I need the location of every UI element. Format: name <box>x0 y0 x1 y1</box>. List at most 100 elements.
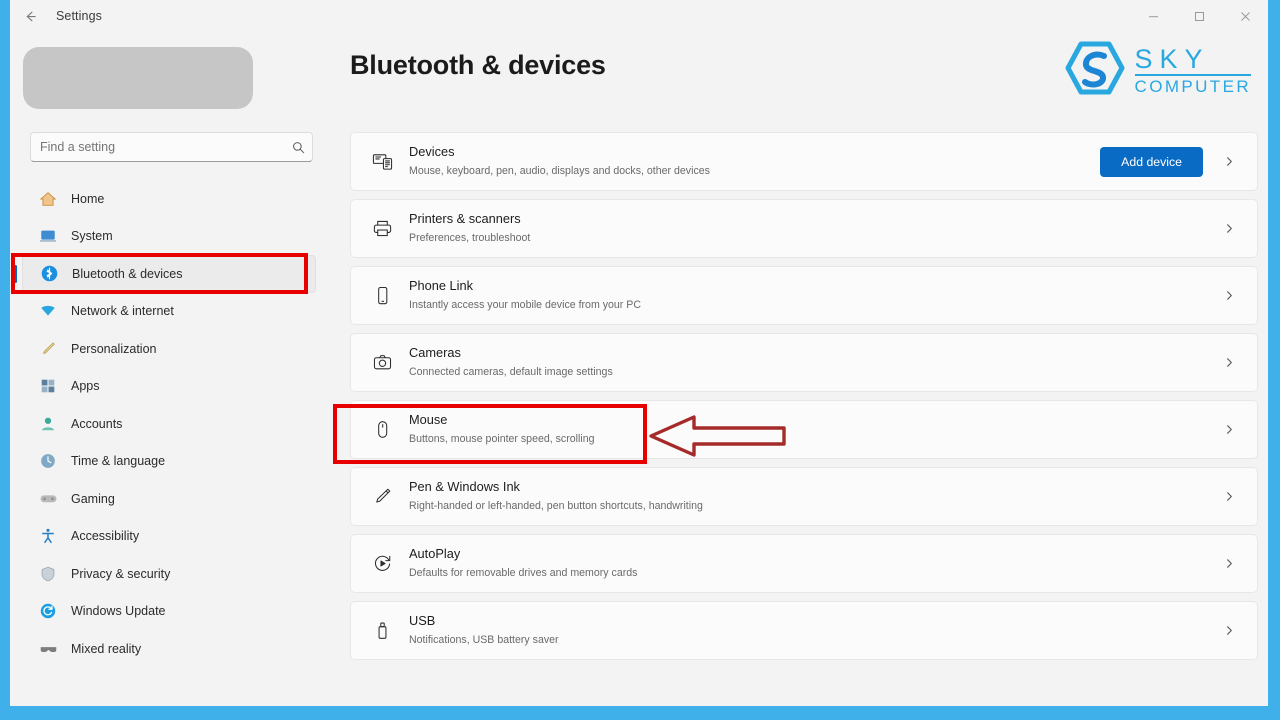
card-mouse[interactable]: Mouse Buttons, mouse pointer speed, scro… <box>350 400 1258 459</box>
sidebar-item-personalization[interactable]: Personalization <box>22 330 316 368</box>
card-title: Phone Link <box>409 278 474 294</box>
card-text: Cameras Connected cameras, default image… <box>409 344 1215 381</box>
back-arrow-icon[interactable] <box>10 1 50 31</box>
sidebar-item-label: Home <box>71 191 105 206</box>
card-title: Cameras <box>409 345 461 361</box>
sidebar-item-label: Apps <box>71 379 100 394</box>
card-title: AutoPlay <box>409 546 461 562</box>
card-title: Devices <box>409 144 455 160</box>
sidebar-item-label: Accounts <box>71 416 123 431</box>
sidebar-item-network-internet[interactable]: Network & internet <box>22 293 316 331</box>
close-button[interactable] <box>1222 0 1268 32</box>
card-subtitle: Connected cameras, default image setting… <box>409 366 613 379</box>
card-pen-windows-ink[interactable]: Pen & Windows Ink Right-handed or left-h… <box>350 467 1258 526</box>
brand-logo-line2: COMPUTER <box>1134 77 1251 97</box>
sky-hexagon-logo-icon <box>1064 40 1126 101</box>
card-phone-link[interactable]: Phone Link Instantly access your mobile … <box>350 266 1258 325</box>
sidebar-item-mixed-reality[interactable]: Mixed reality <box>22 630 316 668</box>
accounts-icon <box>35 413 61 435</box>
bluetooth-icon <box>36 263 62 285</box>
add-device-button[interactable]: Add device <box>1100 146 1203 177</box>
card-text: Phone Link Instantly access your mobile … <box>409 277 1215 314</box>
card-devices[interactable]: Devices Mouse, keyboard, pen, audio, dis… <box>350 132 1258 191</box>
sidebar-item-windows-update[interactable]: Windows Update <box>22 593 316 631</box>
time-language-icon <box>35 450 61 472</box>
card-subtitle: Defaults for removable drives and memory… <box>409 567 638 580</box>
brand-logo-text: SKY COMPUTER <box>1134 45 1251 97</box>
maximize-button[interactable] <box>1176 0 1222 32</box>
card-title: Printers & scanners <box>409 211 521 227</box>
camera-icon <box>367 352 397 373</box>
minimize-button[interactable] <box>1130 0 1176 32</box>
sidebar-item-system[interactable]: System <box>22 218 316 256</box>
sidebar-item-label: Time & language <box>71 454 166 469</box>
sidebar-nav: Home System Bluetooth & devices Network … <box>10 180 330 668</box>
sidebar-item-label: Bluetooth & devices <box>72 266 183 281</box>
sidebar-item-label: Personalization <box>71 341 157 356</box>
accessibility-icon <box>35 525 61 547</box>
search-icon <box>284 141 312 154</box>
chevron-right-icon[interactable] <box>1215 625 1243 636</box>
sidebar-item-label: Gaming <box>71 491 115 506</box>
card-text: AutoPlay Defaults for removable drives a… <box>409 545 1215 582</box>
settings-card-list: Devices Mouse, keyboard, pen, audio, dis… <box>350 132 1258 668</box>
network-icon <box>35 300 61 322</box>
settings-window: Settings Find a setting Home System Blue… <box>10 0 1268 706</box>
sidebar-item-label: Windows Update <box>71 604 166 619</box>
card-autoplay[interactable]: AutoPlay Defaults for removable drives a… <box>350 534 1258 593</box>
main-content: Bluetooth & devices SKY COMPUTER Devices… <box>330 32 1268 706</box>
account-placeholder <box>23 47 253 109</box>
card-subtitle: Preferences, troubleshoot <box>409 232 531 245</box>
apps-icon <box>35 375 61 397</box>
search-input[interactable] <box>31 140 284 154</box>
sidebar-item-privacy-security[interactable]: Privacy & security <box>22 555 316 593</box>
chevron-right-icon[interactable] <box>1215 156 1243 167</box>
system-icon <box>35 225 61 247</box>
title-bar: Settings <box>10 0 1268 32</box>
chevron-right-icon[interactable] <box>1215 223 1243 234</box>
card-subtitle: Notifications, USB battery saver <box>409 634 559 647</box>
brand-logo-rule <box>1134 74 1251 77</box>
card-text: Printers & scanners Preferences, trouble… <box>409 210 1215 247</box>
sidebar-item-accounts[interactable]: Accounts <box>22 405 316 443</box>
sidebar-item-label: Privacy & security <box>71 566 171 581</box>
chevron-right-icon[interactable] <box>1215 424 1243 435</box>
pen-icon <box>367 486 397 507</box>
card-title: USB <box>409 613 436 629</box>
card-cameras[interactable]: Cameras Connected cameras, default image… <box>350 333 1258 392</box>
windows-update-icon <box>35 600 61 622</box>
chevron-right-icon[interactable] <box>1215 491 1243 502</box>
card-text: USB Notifications, USB battery saver <box>409 612 1215 649</box>
privacy-icon <box>35 563 61 585</box>
phone-icon <box>367 285 397 306</box>
chevron-right-icon[interactable] <box>1215 290 1243 301</box>
autoplay-icon <box>367 553 397 574</box>
card-subtitle: Right-handed or left-handed, pen button … <box>409 500 703 513</box>
sidebar-item-gaming[interactable]: Gaming <box>22 480 316 518</box>
page-title: Bluetooth & devices <box>350 50 606 80</box>
sidebar-item-apps[interactable]: Apps <box>22 368 316 406</box>
outer-frame: Settings Find a setting Home System Blue… <box>0 0 1280 720</box>
card-title: Pen & Windows Ink <box>409 479 520 495</box>
sidebar-item-label: System <box>71 229 113 244</box>
card-text: Devices Mouse, keyboard, pen, audio, dis… <box>409 143 1100 180</box>
sidebar-item-bluetooth-devices[interactable]: Bluetooth & devices <box>14 255 316 293</box>
search-box[interactable] <box>30 132 313 162</box>
card-subtitle: Buttons, mouse pointer speed, scrolling <box>409 433 595 446</box>
printer-icon <box>367 218 397 239</box>
sidebar-item-home[interactable]: Home <box>22 180 316 218</box>
personalization-icon <box>35 338 61 360</box>
sidebar-item-label: Mixed reality <box>71 641 142 656</box>
gaming-icon <box>35 488 61 510</box>
brand-logo: SKY COMPUTER <box>1064 40 1251 101</box>
sidebar-item-accessibility[interactable]: Accessibility <box>22 518 316 556</box>
mixed-reality-icon <box>35 638 61 660</box>
card-text: Pen & Windows Ink Right-handed or left-h… <box>409 478 1215 515</box>
chevron-right-icon[interactable] <box>1215 357 1243 368</box>
card-title: Mouse <box>409 412 448 428</box>
chevron-right-icon[interactable] <box>1215 558 1243 569</box>
card-printers-scanners[interactable]: Printers & scanners Preferences, trouble… <box>350 199 1258 258</box>
sidebar-item-time-language[interactable]: Time & language <box>22 443 316 481</box>
card-usb[interactable]: USB Notifications, USB battery saver <box>350 601 1258 660</box>
devices-icon <box>367 151 397 172</box>
